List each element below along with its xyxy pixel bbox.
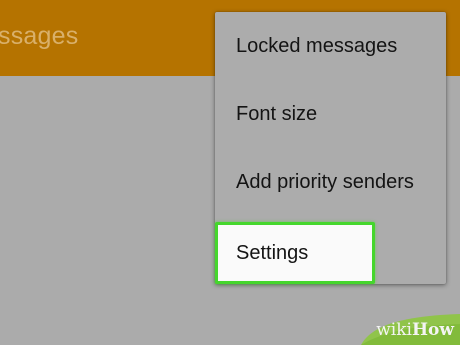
app-title: ssages (0, 22, 79, 50)
wikihow-watermark: wiki How (361, 314, 460, 345)
watermark-wiki-text: wiki (376, 319, 412, 340)
watermark-how-text: How (411, 319, 454, 340)
menu-item-add-priority-senders[interactable]: Add priority senders (215, 148, 446, 216)
menu-item-locked-messages[interactable]: Locked messages (215, 12, 446, 80)
overflow-menu: Locked messages Font size Add priority s… (215, 12, 446, 284)
menu-item-settings[interactable]: Settings (215, 222, 375, 284)
menu-item-font-size[interactable]: Font size (215, 80, 446, 148)
